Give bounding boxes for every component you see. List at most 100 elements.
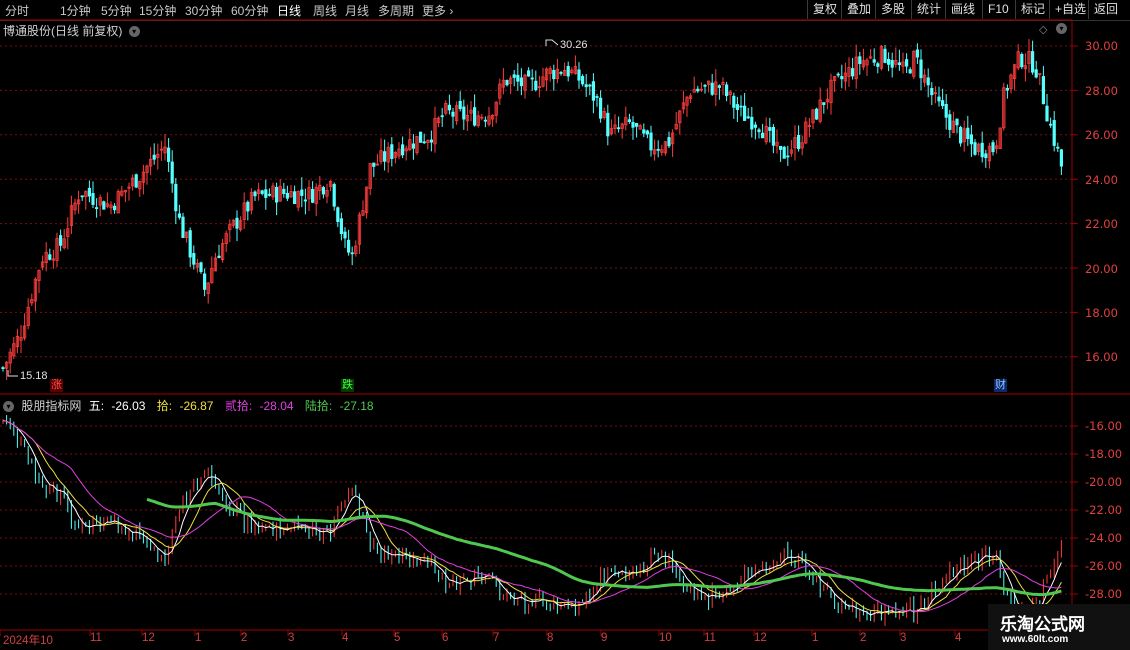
candle-body: [577, 69, 581, 81]
watermark-url: www.60lt.com: [1002, 634, 1069, 645]
candle-body: [134, 174, 138, 188]
event-marker-fall[interactable]: 跌: [341, 379, 354, 392]
high-marker: [545, 39, 559, 46]
ma60-legend-value: -27.18: [339, 399, 374, 413]
month-label: 5: [394, 632, 401, 644]
price-tick: 26.00: [1085, 128, 1118, 142]
candle-body: [642, 129, 646, 134]
ma5-legend: 五: -26.03: [89, 399, 150, 413]
candle-body: [768, 127, 772, 131]
candle-body: [1052, 120, 1056, 146]
high-price-label: 30.26: [560, 39, 588, 51]
candle-body: [919, 59, 923, 79]
candle-body: [292, 191, 297, 204]
event-marker-label: 涨: [51, 379, 62, 391]
candle-body: [606, 112, 610, 137]
candle-body: [505, 79, 509, 86]
candle-body: [584, 84, 588, 88]
indicator-tick: -24.00: [1085, 531, 1123, 545]
candle-body: [530, 77, 534, 80]
candle-body: [95, 207, 99, 209]
candle-body: [91, 193, 95, 205]
indicator-tick: -28.00: [1085, 587, 1123, 601]
candle-body: [1034, 69, 1038, 78]
indicator-name: 股朋指标网: [21, 399, 82, 413]
ma10-line: [2, 420, 1062, 614]
indicator-title: ▾ 股朋指标网 五: -26.03 拾: -26.87 贰拾: -28.04 陆…: [3, 397, 382, 414]
candle-body: [170, 161, 174, 184]
candle-body: [246, 201, 250, 212]
candle-body: [527, 70, 531, 77]
candle-body: [761, 132, 765, 139]
candle-body: [235, 217, 239, 229]
candle-body: [656, 148, 660, 151]
candle-body: [80, 195, 84, 198]
chevron-down-icon[interactable]: ▾: [3, 401, 14, 413]
candle-body: [458, 100, 462, 110]
candle-body: [1049, 123, 1053, 126]
indicator-tick: -18.00: [1085, 447, 1123, 461]
candle-body: [343, 231, 347, 239]
candle-body: [872, 59, 876, 63]
candle-body: [559, 72, 563, 74]
candle-body: [300, 189, 304, 196]
candle-body: [336, 207, 340, 222]
candle-body: [959, 126, 963, 144]
price-tick: 22.00: [1085, 217, 1118, 231]
month-label: 6: [442, 632, 449, 644]
candle-body: [440, 115, 444, 118]
candle-body: [750, 116, 754, 130]
ma20-legend: 贰拾: -28.04: [225, 399, 298, 413]
month-label: 12: [142, 632, 155, 644]
month-label: 11: [704, 632, 716, 644]
candle-body: [717, 85, 722, 88]
ma60-legend: 陆拾: -27.18: [305, 399, 378, 413]
candle-body: [390, 144, 394, 159]
candle-body: [771, 126, 776, 146]
candle-body: [617, 127, 621, 130]
candle-body: [113, 205, 117, 211]
event-marker-finance[interactable]: 财: [994, 379, 1007, 392]
candle-body: [930, 87, 934, 96]
indicator-tick: -22.00: [1085, 503, 1123, 517]
candle-body: [955, 118, 959, 126]
ma10-legend-value: -26.87: [179, 399, 214, 413]
candle-body: [905, 59, 909, 67]
event-marker-rise[interactable]: 涨: [50, 379, 63, 392]
price-tick: 16.00: [1085, 350, 1118, 364]
price-tick: 20.00: [1085, 262, 1118, 276]
candle-body: [418, 131, 423, 143]
candle-body: [581, 76, 585, 85]
month-label: 3: [288, 632, 295, 644]
candle-body: [631, 121, 635, 128]
ma20-legend-label: 贰拾:: [224, 399, 253, 413]
candle-body: [753, 124, 758, 128]
price-tick: 30.00: [1085, 39, 1118, 53]
candle-body: [836, 73, 840, 76]
month-label: 2: [860, 632, 867, 644]
event-marker-label: 跌: [342, 379, 353, 391]
candle-body: [382, 151, 387, 162]
candle-body: [897, 62, 902, 66]
month-label: 2: [241, 632, 248, 644]
month-label: 10: [659, 632, 672, 644]
month-label: 2024年10: [3, 635, 53, 647]
candle-body: [786, 155, 790, 158]
candle-body: [87, 187, 91, 197]
candle-body: [627, 119, 632, 122]
candle-body: [552, 69, 556, 80]
ma5-legend-value: -26.03: [111, 399, 146, 413]
candle-body: [710, 82, 714, 95]
candle-body: [519, 77, 524, 87]
candle-body: [177, 213, 181, 218]
candle-body: [199, 262, 203, 273]
candle-body: [883, 48, 887, 63]
candle-body: [411, 143, 416, 149]
candle-body: [725, 84, 729, 96]
candle-body: [876, 63, 880, 67]
candle-body: [260, 190, 264, 194]
kline-chart[interactable]: [0, 0, 1130, 650]
candle-body: [851, 68, 855, 77]
candle-body: [59, 235, 63, 246]
candle-body: [462, 106, 466, 120]
